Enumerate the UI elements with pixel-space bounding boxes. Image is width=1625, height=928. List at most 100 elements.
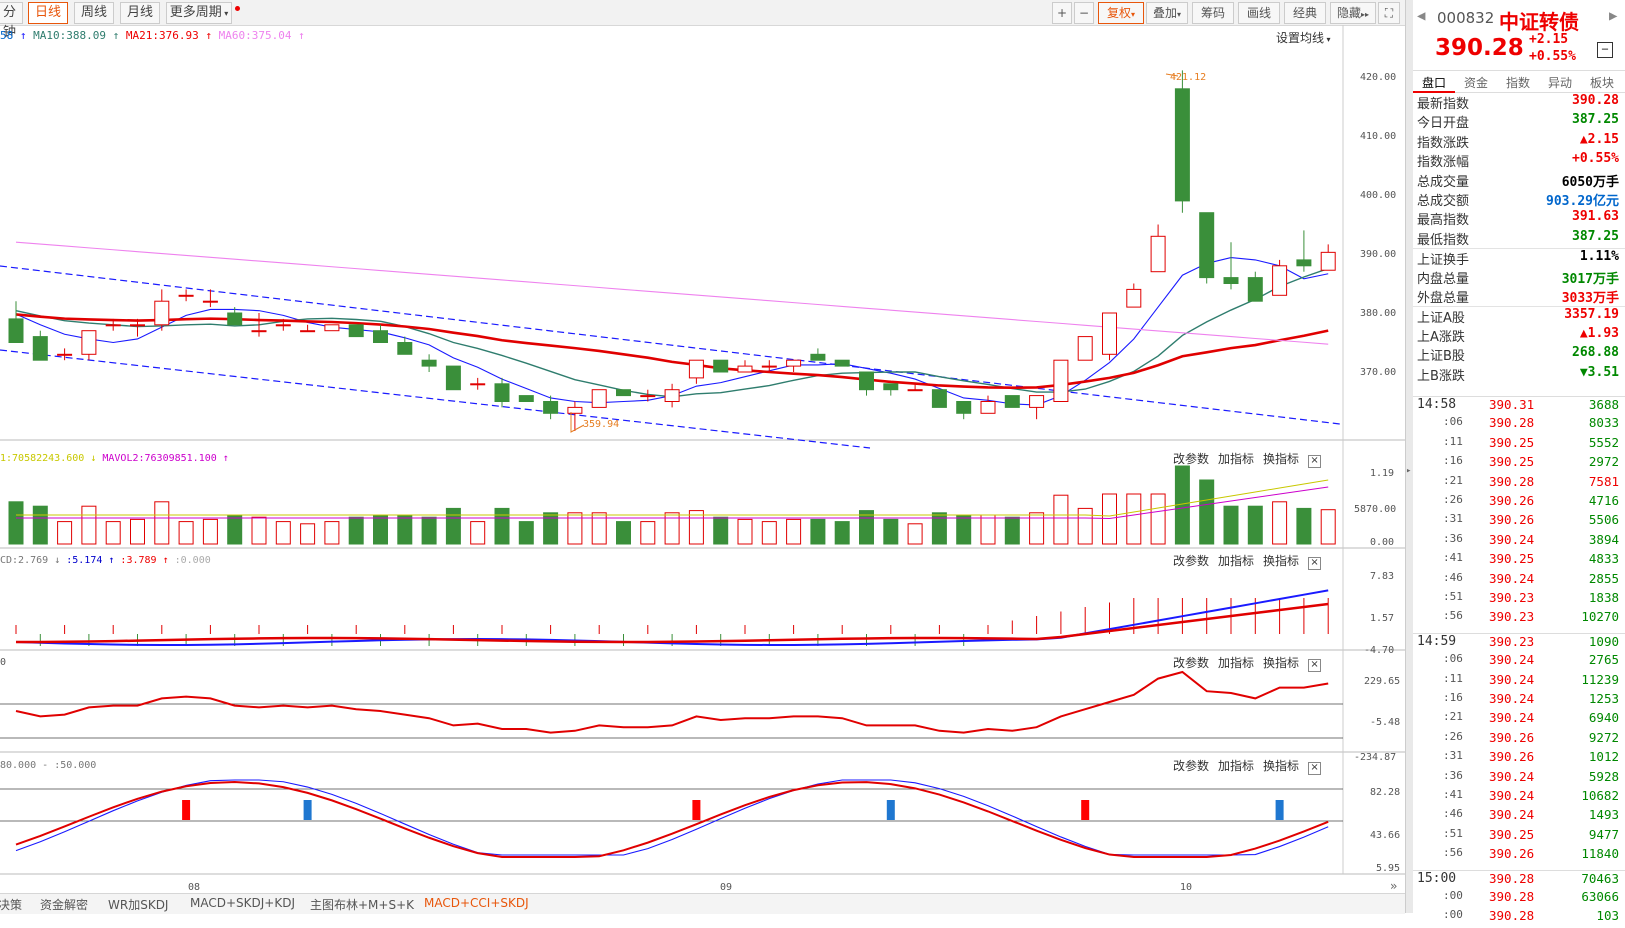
tab-index[interactable]: 指数 xyxy=(1497,74,1539,91)
candle-body xyxy=(1223,277,1239,285)
candle-body xyxy=(57,353,73,356)
tick-volume: 70463 xyxy=(1581,870,1619,886)
quote-value: ▼3.51 xyxy=(1579,364,1619,380)
tick-row: :00 390.28 103 xyxy=(1413,908,1625,928)
tick-time: :11 xyxy=(1443,671,1463,685)
volume-bar xyxy=(980,514,996,545)
candle-body xyxy=(8,318,24,343)
tick-row: 14:59 390.23 1090 xyxy=(1413,632,1625,654)
tick-volume: 6940 xyxy=(1588,710,1619,726)
tick-volume: 10270 xyxy=(1581,609,1619,625)
volume-bar xyxy=(202,518,218,545)
template-tab-active[interactable]: MACD+CCI+SKDJ xyxy=(424,896,529,910)
candle-body xyxy=(1247,277,1263,302)
template-tab[interactable]: 主图布林+M+S+K xyxy=(310,896,414,913)
tab-funds[interactable]: 资金 xyxy=(1455,74,1497,91)
tab-sector[interactable]: 板块 xyxy=(1581,74,1623,91)
tick-volume: 11840 xyxy=(1581,846,1619,862)
candle-body xyxy=(640,395,656,398)
scroll-right-icon[interactable]: » xyxy=(1390,879,1397,893)
tick-price: 390.23 xyxy=(1489,633,1535,649)
volume-bar xyxy=(105,521,121,545)
collapse-button[interactable]: − xyxy=(1597,42,1613,58)
quote-tabs: 盘口 资金 指数 异动 板块 xyxy=(1413,72,1625,93)
volume-bar xyxy=(470,521,486,545)
volume-bar xyxy=(543,512,559,545)
ma5-line xyxy=(15,256,1329,406)
tick-volume: 11239 xyxy=(1581,671,1619,687)
volume-bar xyxy=(664,512,680,545)
tick-time: :26 xyxy=(1443,493,1463,506)
quote-row: 最高指数 391.63 xyxy=(1413,209,1625,229)
last-price: 390.28 xyxy=(1435,35,1524,61)
candle-body xyxy=(32,336,48,361)
candle-body xyxy=(251,330,267,333)
tick-price: 390.24 xyxy=(1489,710,1535,726)
kline-chart[interactable]: 420.00 410.00 400.00 390.00 380.00 370.0… xyxy=(0,0,1405,893)
tick-row: :46 390.24 1493 xyxy=(1413,807,1625,827)
tick-price: 390.26 xyxy=(1489,512,1535,528)
tick-row: :51 390.23 1838 xyxy=(1413,590,1625,610)
quote-label: 上证B股 xyxy=(1417,349,1465,365)
tick-row: :31 390.26 1012 xyxy=(1413,749,1625,769)
quote-label: 总成交额 xyxy=(1417,194,1470,209)
tick-time: :56 xyxy=(1443,609,1463,623)
tick-time: :51 xyxy=(1443,590,1463,603)
candle-body xyxy=(543,401,559,414)
candle-body xyxy=(1296,259,1312,267)
volume-bar xyxy=(1029,512,1045,545)
tick-row: 14:58 390.31 3688 xyxy=(1413,396,1625,417)
skdj-signal-marker xyxy=(182,800,191,820)
skdj-d-line xyxy=(15,779,1329,856)
candle-body xyxy=(1077,336,1093,361)
tick-time: :51 xyxy=(1443,826,1463,840)
tick-time: 15:00 xyxy=(1417,870,1457,886)
tick-time: :31 xyxy=(1443,512,1463,526)
volume-bar xyxy=(81,505,97,545)
tick-time: :26 xyxy=(1443,729,1463,743)
tab-order-book[interactable]: 盘口 xyxy=(1413,74,1455,93)
candle-body xyxy=(591,389,607,408)
price-change-pct: +0.55% xyxy=(1529,49,1576,64)
tick-volume: 2855 xyxy=(1588,570,1619,586)
quote-value: 390.28 xyxy=(1572,93,1619,108)
quote-label: 外盘总量 xyxy=(1417,291,1470,306)
volume-bar xyxy=(688,510,704,545)
tick-volume: 3894 xyxy=(1588,531,1619,547)
template-tab[interactable]: MACD+SKDJ+KDJ xyxy=(190,896,295,910)
template-tab[interactable]: 决策 xyxy=(0,896,22,913)
tab-movement[interactable]: 异动 xyxy=(1539,74,1581,91)
volume-bar xyxy=(1223,505,1239,545)
template-tab[interactable]: 资金解密 xyxy=(40,896,88,913)
tick-row: :16 390.24 1253 xyxy=(1413,691,1625,711)
candle-body xyxy=(956,401,972,414)
tick-price: 390.28 xyxy=(1489,889,1535,904)
volume-bar xyxy=(300,523,316,545)
tick-price: 390.25 xyxy=(1489,454,1535,470)
tick-volume: 2765 xyxy=(1588,652,1619,668)
collapse-icon[interactable]: ▸ xyxy=(1406,466,1411,476)
candle-body xyxy=(348,324,364,338)
tick-price: 390.26 xyxy=(1489,846,1535,862)
skdj-signal-marker xyxy=(886,800,895,820)
tick-time: :00 xyxy=(1443,889,1463,902)
volume-bar xyxy=(57,521,73,545)
tick-volume: 1493 xyxy=(1588,807,1619,823)
volume-bar xyxy=(640,521,656,545)
candle-body xyxy=(494,383,510,402)
next-arrow-icon[interactable]: ▶ xyxy=(1609,8,1617,24)
volume-bar xyxy=(567,512,583,545)
tick-time: :11 xyxy=(1443,434,1463,448)
tick-time: :46 xyxy=(1443,807,1463,821)
quote-label: 指数涨跌 xyxy=(1417,135,1470,151)
quote-row: 内盘总量 3017万手 xyxy=(1413,268,1625,288)
tick-volume: 9272 xyxy=(1588,729,1619,745)
candle-body xyxy=(664,389,680,403)
y-label: 5.95 xyxy=(1376,863,1400,874)
tick-row: :51 390.25 9477 xyxy=(1413,827,1625,847)
template-tab[interactable]: WR加SKDJ xyxy=(108,896,168,913)
tick-row: :11 390.25 5552 xyxy=(1413,435,1625,455)
tick-price: 390.25 xyxy=(1489,434,1535,450)
prev-arrow-icon[interactable]: ◀ xyxy=(1417,8,1425,24)
quote-value: 387.25 xyxy=(1572,112,1619,128)
